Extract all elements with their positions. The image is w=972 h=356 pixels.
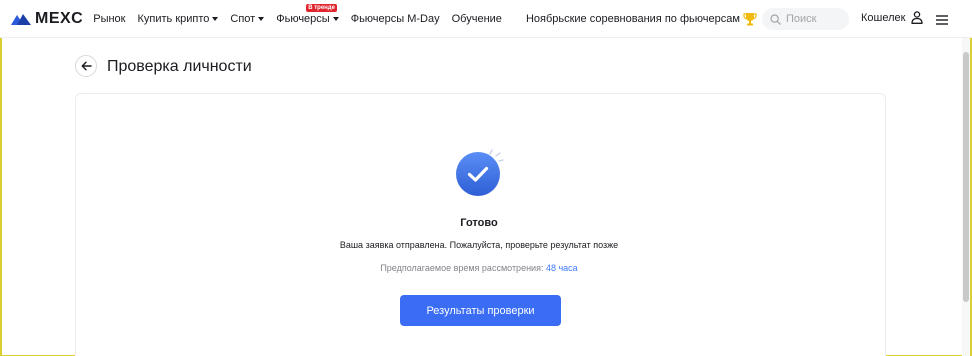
nav-learn-label: Обучение — [451, 12, 502, 25]
nav-futures-mday[interactable]: Фьючерсы M-Day — [351, 13, 440, 25]
chevron-down-icon — [212, 16, 219, 21]
status-message: Ваша заявка отправлена. Пожалуйста, пров… — [339, 240, 619, 250]
mexc-logo[interactable]: MEXC — [10, 10, 83, 28]
back-button[interactable] — [75, 55, 97, 77]
arrow-left-icon — [81, 61, 92, 71]
search-icon — [770, 13, 781, 25]
user-icon[interactable] — [911, 11, 923, 29]
chevron-down-icon — [332, 16, 339, 21]
mexc-logo-icon — [11, 13, 31, 25]
nav-market-label: Рынок — [93, 12, 126, 25]
nav-promo-competition[interactable]: Ноябрьские соревнования по фьючерсам — [526, 12, 757, 26]
review-time-value: 48 часа — [545, 263, 578, 273]
nav-buy-crypto-label: Купить крипто — [137, 12, 210, 25]
search-input[interactable] — [786, 13, 846, 25]
review-time-line: Предполагаемое время рассмотрения: 48 ча… — [0, 263, 958, 273]
page-title: Проверка личности — [107, 58, 252, 75]
nav-futures[interactable]: В тренде Фьючерсы — [276, 3, 339, 25]
logo-text: MEXC — [35, 9, 84, 27]
scrollbar-thumb[interactable] — [963, 52, 969, 302]
verification-results-button[interactable]: Результаты проверки — [400, 295, 561, 326]
search-box[interactable] — [762, 8, 849, 30]
review-time-label: Предполагаемое время рассмотрения: — [380, 263, 544, 273]
nav-futures-mday-label: Фьючерсы M-Day — [350, 12, 440, 25]
status-title: Готово — [460, 217, 498, 229]
success-check-icon — [454, 147, 508, 204]
nav-learn[interactable]: Обучение — [452, 13, 502, 25]
nav-spot-label: Спот — [230, 12, 256, 25]
wallet-link[interactable]: Кошелек — [861, 12, 905, 24]
trophy-icon — [743, 12, 757, 26]
nav-futures-label: Фьючерсы — [276, 12, 330, 25]
nav-buy-crypto[interactable]: Купить крипто — [137, 12, 219, 25]
chevron-down-icon — [258, 16, 265, 21]
trending-badge: В тренде — [306, 3, 337, 12]
nav-promo-label: Ноябрьские соревнования по фьючерсам — [525, 12, 740, 25]
nav-market[interactable]: Рынок — [93, 13, 125, 25]
nav-spot[interactable]: Спот — [230, 12, 265, 25]
hamburger-menu-icon[interactable] — [936, 12, 948, 30]
